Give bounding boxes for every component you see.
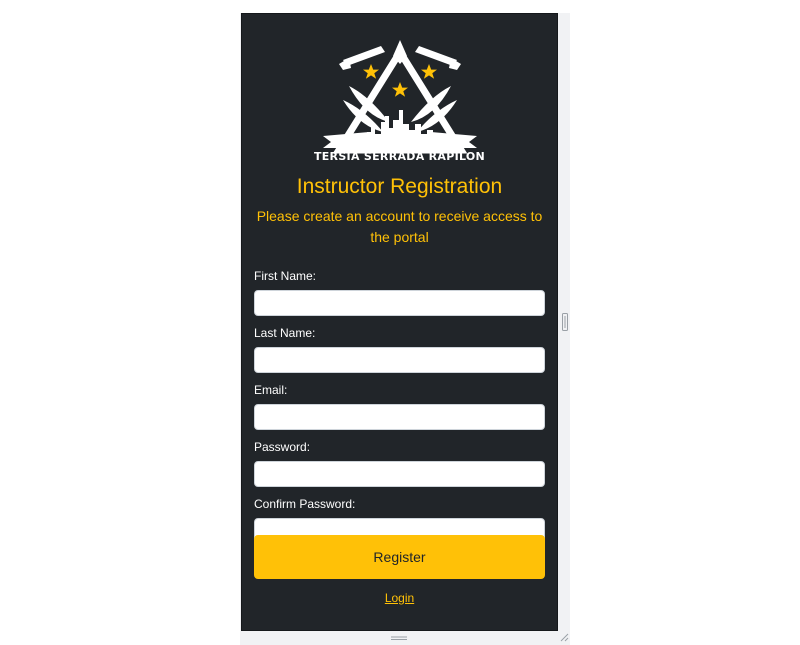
corner-resize-grip-icon[interactable] bbox=[559, 632, 569, 642]
confirm-password-label: Confirm Password: bbox=[254, 497, 356, 511]
logo-wordmark: TERSIA SERRADA RAPILON bbox=[313, 150, 486, 163]
page-subtitle: Please create an account to receive acce… bbox=[256, 208, 543, 245]
registration-card: TERSIA SERRADA RAPILON Instructor Regist… bbox=[241, 13, 558, 631]
password-field[interactable] bbox=[254, 461, 545, 487]
logo-emblem-icon bbox=[323, 40, 477, 154]
last-name-field[interactable] bbox=[254, 347, 545, 373]
last-name-label: Last Name: bbox=[254, 326, 316, 340]
registration-form: First Name: Last Name: Email: Password: … bbox=[254, 268, 546, 553]
email-label: Email: bbox=[254, 383, 288, 397]
password-label: Password: bbox=[254, 440, 311, 454]
vertical-resize-handle-icon[interactable] bbox=[562, 313, 568, 331]
first-name-label: First Name: bbox=[254, 269, 317, 283]
email-field[interactable] bbox=[254, 404, 545, 430]
register-button[interactable]: Register bbox=[254, 535, 545, 579]
horizontal-resize-handle-icon[interactable] bbox=[390, 635, 408, 641]
login-link[interactable]: Login bbox=[242, 591, 557, 605]
first-name-field[interactable] bbox=[254, 290, 545, 316]
page-title: Instructor Registration bbox=[296, 175, 503, 198]
